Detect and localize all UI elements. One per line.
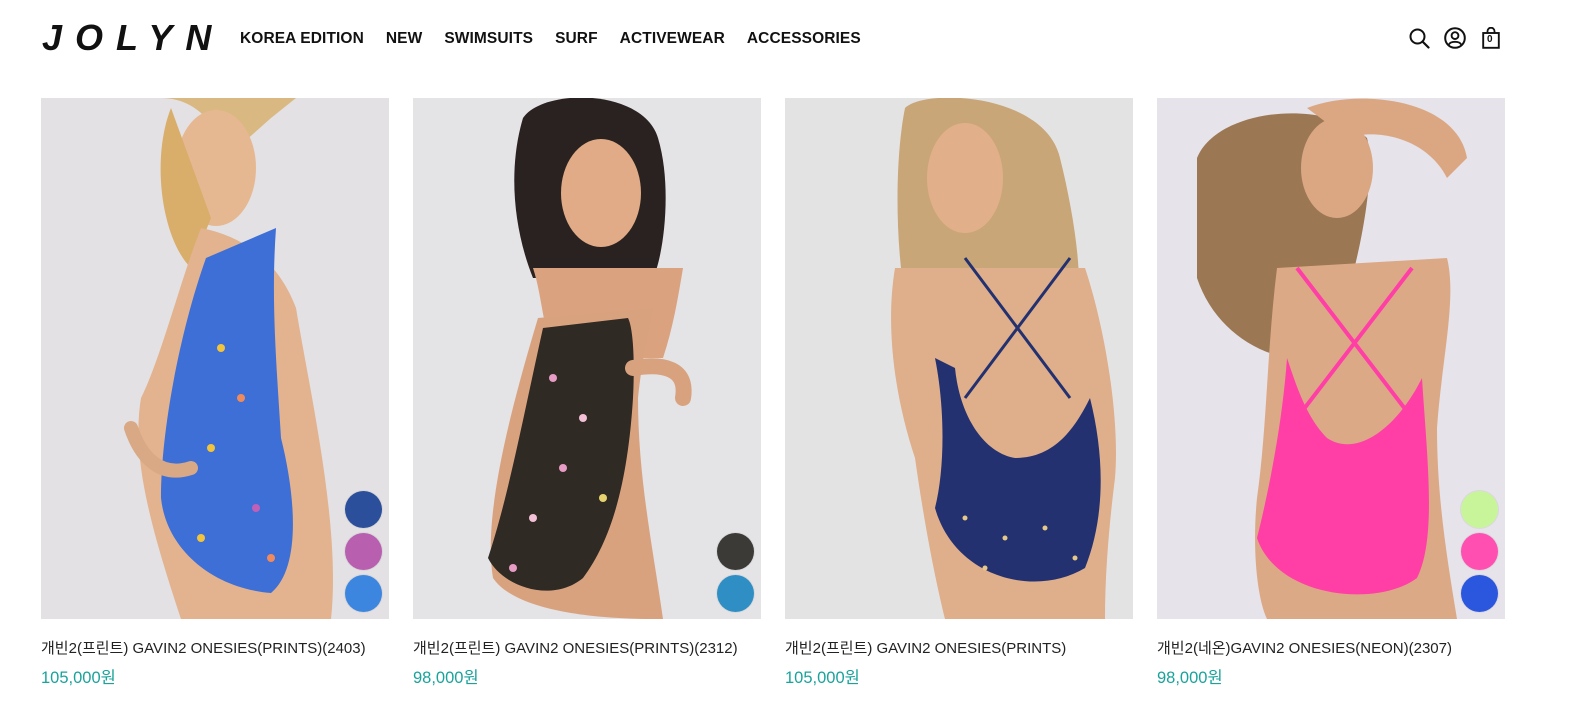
product-image[interactable] — [41, 98, 389, 619]
nav-item-swimsuits[interactable]: SWIMSUITS — [444, 29, 533, 49]
product-name[interactable]: 개빈2(네온)GAVIN2 ONESIES(NEON)(2307) — [1157, 639, 1505, 659]
color-swatches — [717, 533, 754, 612]
site-header: JOLYN KOREA EDITION NEW SWIMSUITS SURF A… — [0, 0, 1588, 78]
product-image[interactable] — [413, 98, 761, 619]
cart-icon[interactable]: 0 — [1480, 26, 1502, 50]
brand-logo[interactable]: JOLYN — [42, 18, 224, 58]
product-price: 105,000원 — [41, 669, 116, 687]
product-name[interactable]: 개빈2(프린트) GAVIN2 ONESIES(PRINTS)(2403) — [41, 639, 389, 659]
main-nav: KOREA EDITION NEW SWIMSUITS SURF ACTIVEW… — [240, 29, 883, 49]
product-grid: 개빈2(프린트) GAVIN2 ONESIES(PRINTS)(2403) 10… — [41, 98, 1505, 688]
product-price: 98,000원 — [1157, 669, 1223, 687]
color-swatch[interactable] — [1461, 533, 1498, 570]
nav-item-surf[interactable]: SURF — [555, 29, 598, 49]
nav-item-new[interactable]: NEW — [386, 29, 422, 49]
product-card[interactable]: 개빈2(프린트) GAVIN2 ONESIES(PRINTS)(2312) 98… — [413, 98, 761, 688]
color-swatch[interactable] — [345, 491, 382, 528]
product-name[interactable]: 개빈2(프린트) GAVIN2 ONESIES(PRINTS)(2312) — [413, 639, 761, 659]
nav-item-korea-edition[interactable]: KOREA EDITION — [240, 29, 364, 49]
search-icon[interactable] — [1408, 26, 1430, 50]
product-name[interactable]: 개빈2(프린트) GAVIN2 ONESIES(PRINTS) — [785, 639, 1133, 659]
color-swatches — [345, 491, 382, 612]
account-icon[interactable] — [1444, 26, 1466, 50]
product-price: 105,000원 — [785, 669, 860, 687]
color-swatches — [1461, 491, 1498, 612]
product-image[interactable] — [785, 98, 1133, 619]
color-swatch[interactable] — [1461, 491, 1498, 528]
product-price: 98,000원 — [413, 669, 479, 687]
header-icons: 0 — [1408, 26, 1502, 50]
nav-item-activewear[interactable]: ACTIVEWEAR — [620, 29, 725, 49]
color-swatch[interactable] — [717, 575, 754, 612]
color-swatch[interactable] — [345, 533, 382, 570]
product-card[interactable]: 개빈2(네온)GAVIN2 ONESIES(NEON)(2307) 98,000… — [1157, 98, 1505, 688]
nav-item-accessories[interactable]: ACCESSORIES — [747, 29, 861, 49]
product-image[interactable] — [1157, 98, 1505, 619]
product-card[interactable]: 개빈2(프린트) GAVIN2 ONESIES(PRINTS)(2403) 10… — [41, 98, 389, 688]
color-swatch[interactable] — [1461, 575, 1498, 612]
cart-count-badge: 0 — [1487, 34, 1493, 45]
color-swatch[interactable] — [345, 575, 382, 612]
color-swatch[interactable] — [717, 533, 754, 570]
product-card[interactable]: 개빈2(프린트) GAVIN2 ONESIES(PRINTS) 105,000원 — [785, 98, 1133, 688]
